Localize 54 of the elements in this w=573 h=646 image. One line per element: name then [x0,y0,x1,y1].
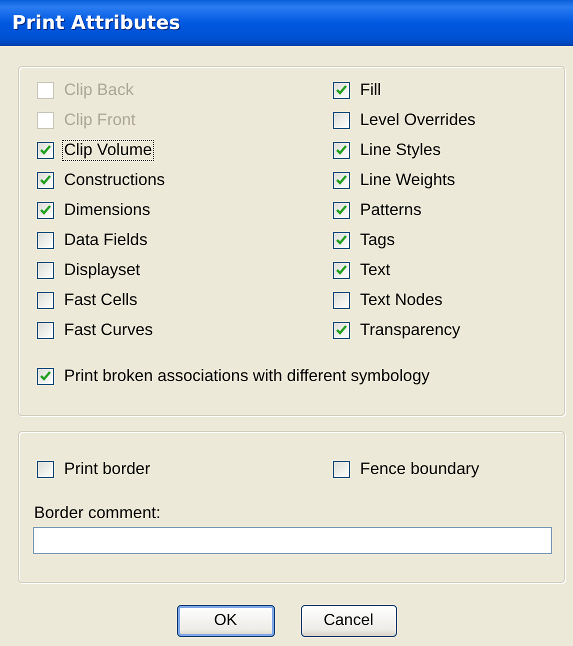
checkmark-icon [40,175,51,185]
checkbox-label[interactable]: Line Styles [359,140,442,160]
checkmark-icon [336,205,347,215]
checkbox-label[interactable]: Text [359,260,392,280]
checkmark-icon [336,145,347,155]
checkmark-icon [336,85,347,95]
checkbox-label[interactable]: Line Weights [359,170,456,190]
checkbox-label[interactable]: Fill [359,80,382,100]
border-comment-field[interactable] [33,527,552,554]
checkbox-label[interactable]: Level Overrides [359,110,477,130]
checkbox[interactable] [37,292,54,308]
checkbox[interactable] [37,142,54,158]
checkbox[interactable] [333,262,350,278]
checkbox[interactable] [37,232,54,248]
checkbox-label[interactable]: Transparency [359,320,462,340]
checkbox[interactable] [333,322,350,338]
checkbox-label[interactable]: Print broken associations with different symbology [63,366,431,386]
checkbox[interactable] [37,262,54,278]
checkmark-icon [336,175,347,185]
checkbox-label[interactable]: Displayset [63,260,142,280]
checkbox[interactable] [37,202,54,218]
checkbox-label[interactable]: Patterns [359,200,422,220]
checkmark-icon [40,145,51,155]
checkbox[interactable] [333,292,350,308]
checkbox[interactable] [37,172,54,188]
checkbox[interactable] [37,460,54,478]
checkbox[interactable] [333,112,350,128]
checkbox-label[interactable]: Data Fields [63,230,148,250]
checkbox[interactable] [333,460,350,478]
checkbox-label[interactable]: Text Nodes [359,290,444,310]
window-title: Print Attributes [12,12,180,34]
checkbox-label[interactable]: Tags [359,230,396,250]
checkmark-icon [336,325,347,335]
cancel-button[interactable]: Cancel [300,605,396,637]
checkmark-icon [336,235,347,245]
checkbox-label[interactable]: Fence boundary [359,460,480,478]
checkbox[interactable] [333,142,350,158]
checkbox-label[interactable]: Fast Curves [63,320,154,340]
checkbox-label[interactable]: Constructions [63,170,166,190]
field-label: Border comment: [33,504,162,523]
checkbox[interactable] [37,368,54,384]
checkbox-label[interactable]: Dimensions [63,200,152,220]
checkbox-label[interactable]: Fast Cells [63,290,138,310]
checkbox-label[interactable]: Print border [63,460,152,478]
checkbox[interactable] [333,82,350,98]
checkmark-icon [40,205,51,215]
checkbox[interactable] [333,172,350,188]
ok-button[interactable]: OK [176,605,274,637]
checkbox[interactable] [333,202,350,218]
checkbox[interactable] [37,322,54,338]
checkmark-icon [336,265,347,275]
checkmark-icon [40,371,51,381]
checkbox[interactable] [333,232,350,248]
checkbox-label[interactable]: Clip Volume [63,140,154,160]
